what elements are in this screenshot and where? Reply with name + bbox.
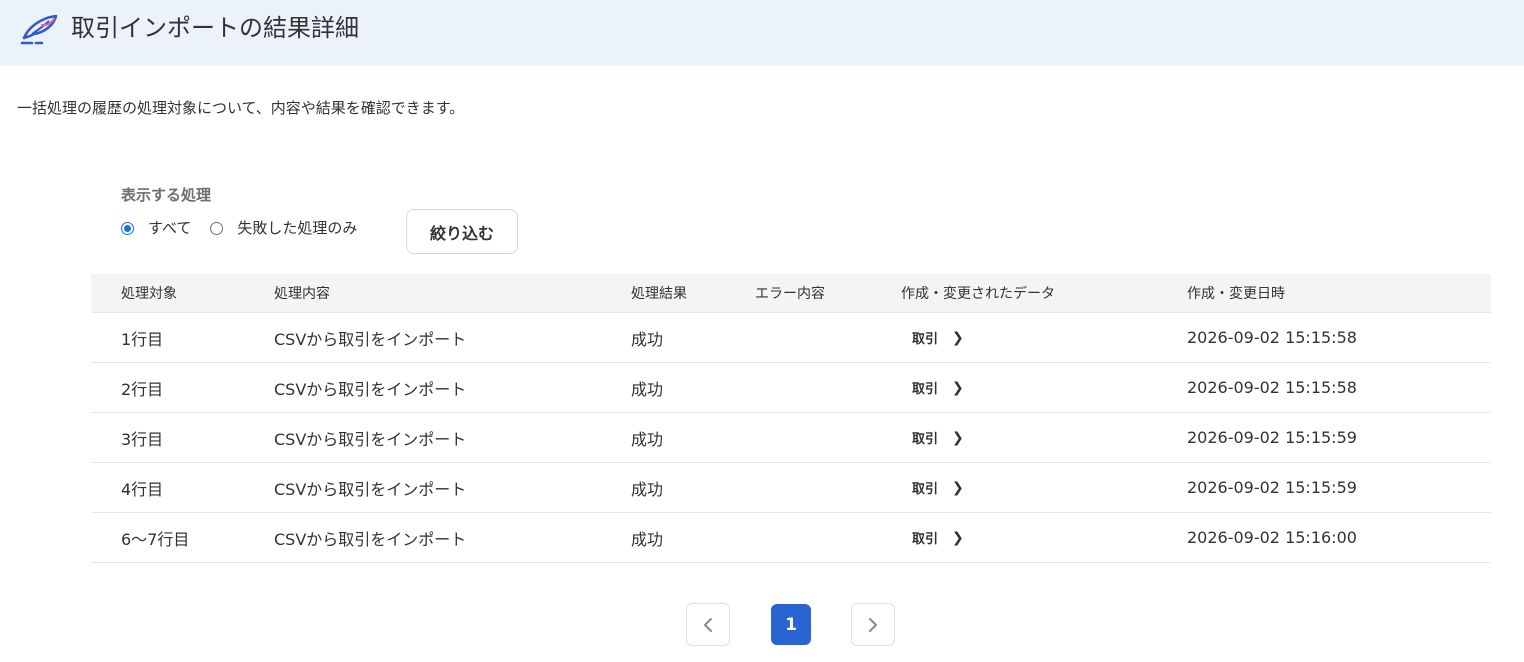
cell-result: 成功 <box>631 412 755 463</box>
data-link[interactable]: 取引 ❯ <box>901 428 964 448</box>
column-header-result: 処理結果 <box>631 274 755 313</box>
cell-data: 取引 ❯ <box>901 462 1187 513</box>
cell-error <box>755 312 901 363</box>
cell-target: 6〜7行目 <box>91 512 274 563</box>
column-header-datetime: 作成・変更日時 <box>1187 274 1491 313</box>
pagination: 1 <box>0 602 1524 647</box>
chevron-right-icon[interactable]: ❯ <box>952 330 964 346</box>
radio-all-label[interactable]: すべて <box>148 217 191 239</box>
column-header-target: 処理対象 <box>91 274 274 313</box>
cell-error <box>755 362 901 413</box>
table-row: 2行目 CSVから取引をインポート 成功 取引 ❯ 2026-09-02 15:… <box>91 362 1491 413</box>
column-header-data: 作成・変更されたデータ <box>901 274 1187 313</box>
cell-datetime: 2026-09-02 15:15:58 <box>1187 362 1491 413</box>
feather-pen-icon <box>20 14 58 45</box>
cell-result: 成功 <box>631 462 755 513</box>
filter-radio-group: すべて 失敗した処理のみ <box>121 217 357 239</box>
cell-error <box>755 462 901 513</box>
cell-content: CSVから取引をインポート <box>274 312 631 363</box>
data-link-label[interactable]: 取引 <box>912 478 938 497</box>
page-header: 取引インポートの結果詳細 <box>0 0 1524 66</box>
page-number-current[interactable]: 1 <box>771 604 811 645</box>
chevron-right-icon <box>869 617 877 632</box>
table-row: 4行目 CSVから取引をインポート 成功 取引 ❯ 2026-09-02 15:… <box>91 462 1491 513</box>
cell-target: 4行目 <box>91 462 274 513</box>
cell-data: 取引 ❯ <box>901 512 1187 563</box>
cell-result: 成功 <box>631 312 755 363</box>
data-link[interactable]: 取引 ❯ <box>901 378 964 398</box>
chevron-right-icon[interactable]: ❯ <box>952 380 964 396</box>
cell-data: 取引 ❯ <box>901 312 1187 363</box>
data-link-label[interactable]: 取引 <box>912 378 938 397</box>
chevron-left-icon <box>704 617 712 632</box>
table-row: 3行目 CSVから取引をインポート 成功 取引 ❯ 2026-09-02 15:… <box>91 412 1491 463</box>
cell-target: 1行目 <box>91 312 274 363</box>
data-link[interactable]: 取引 ❯ <box>901 528 964 548</box>
cell-error <box>755 412 901 463</box>
cell-data: 取引 ❯ <box>901 412 1187 463</box>
cell-content: CSVから取引をインポート <box>274 412 631 463</box>
previous-page-button[interactable] <box>686 603 730 646</box>
radio-failed-only-label[interactable]: 失敗した処理のみ <box>237 217 357 239</box>
filter-button[interactable]: 絞り込む <box>406 209 518 254</box>
data-link-label[interactable]: 取引 <box>912 328 938 347</box>
cell-datetime: 2026-09-02 15:15:59 <box>1187 462 1491 513</box>
cell-result: 成功 <box>631 362 755 413</box>
chevron-right-icon[interactable]: ❯ <box>952 530 964 546</box>
cell-content: CSVから取引をインポート <box>274 512 631 563</box>
cell-content: CSVから取引をインポート <box>274 362 631 413</box>
table-row: 6〜7行目 CSVから取引をインポート 成功 取引 ❯ 2026-09-02 1… <box>91 512 1491 563</box>
data-link[interactable]: 取引 ❯ <box>901 478 964 498</box>
cell-target: 2行目 <box>91 362 274 413</box>
cell-result: 成功 <box>631 512 755 563</box>
column-header-content: 処理内容 <box>274 274 631 313</box>
table-row: 1行目 CSVから取引をインポート 成功 取引 ❯ 2026-09-02 15:… <box>91 312 1491 363</box>
radio-failed-only[interactable] <box>210 221 224 235</box>
cell-target: 3行目 <box>91 412 274 463</box>
chevron-right-icon[interactable]: ❯ <box>952 480 964 496</box>
chevron-right-icon[interactable]: ❯ <box>952 430 964 446</box>
column-header-error: エラー内容 <box>755 274 901 313</box>
cell-datetime: 2026-09-02 15:15:58 <box>1187 312 1491 363</box>
cell-error <box>755 512 901 563</box>
page-title: 取引インポートの結果詳細 <box>71 14 359 42</box>
results-table: 処理対象 処理内容 処理結果 エラー内容 作成・変更されたデータ 作成・変更日時… <box>91 274 1491 563</box>
radio-all[interactable] <box>121 221 134 235</box>
data-link-label[interactable]: 取引 <box>912 528 938 547</box>
data-link-label[interactable]: 取引 <box>912 428 938 447</box>
filter-label: 表示する処理 <box>121 186 212 204</box>
page-description: 一括処理の履歴の処理対象について、内容や結果を確認できます。 <box>17 99 465 117</box>
cell-datetime: 2026-09-02 15:16:00 <box>1187 512 1491 563</box>
cell-content: CSVから取引をインポート <box>274 462 631 513</box>
data-link[interactable]: 取引 ❯ <box>901 328 964 348</box>
cell-data: 取引 ❯ <box>901 362 1187 413</box>
next-page-button[interactable] <box>851 603 895 646</box>
table-header-row: 処理対象 処理内容 処理結果 エラー内容 作成・変更されたデータ 作成・変更日時 <box>91 274 1491 313</box>
cell-datetime: 2026-09-02 15:15:59 <box>1187 412 1491 463</box>
